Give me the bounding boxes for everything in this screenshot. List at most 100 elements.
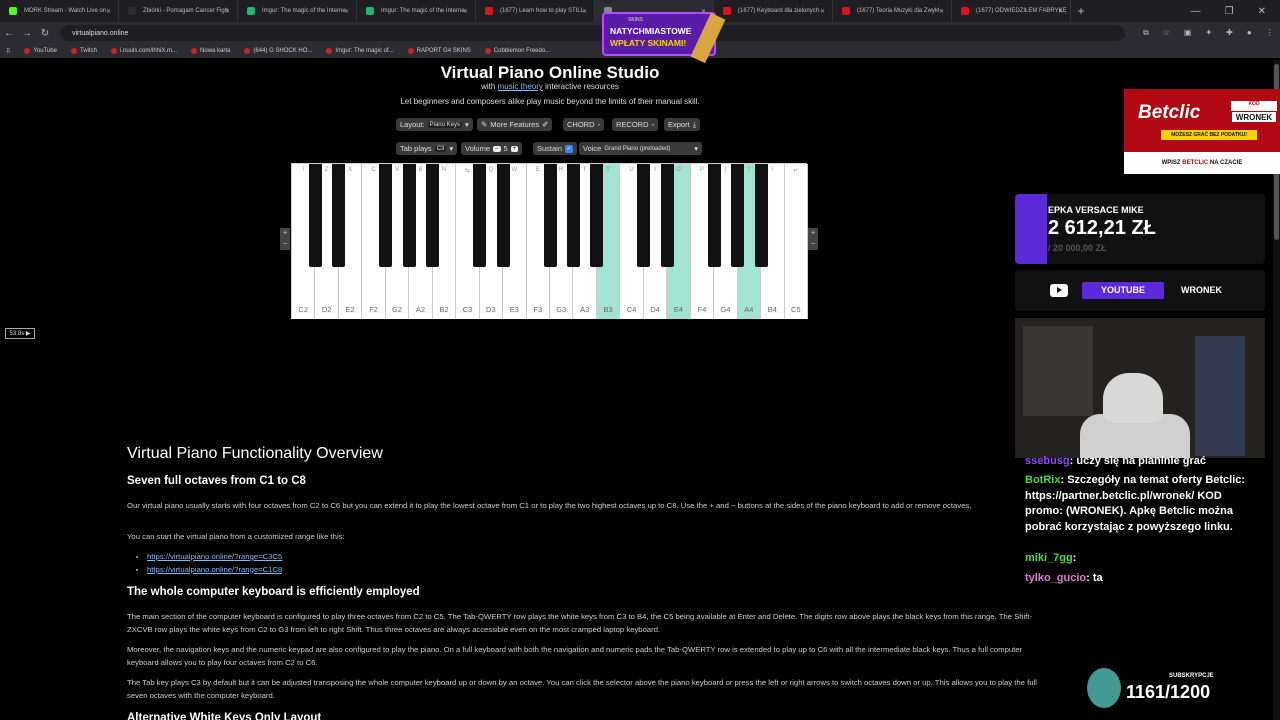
more-features-button[interactable]: ✎ More Features ✐ bbox=[477, 118, 553, 131]
tab-close-icon[interactable]: ✕ bbox=[939, 8, 944, 15]
add-octave-left-button[interactable]: + − bbox=[280, 228, 290, 250]
volume-increase-button[interactable]: + bbox=[510, 145, 519, 152]
tab-close-icon[interactable]: ✕ bbox=[106, 8, 111, 15]
back-icon[interactable]: ← bbox=[0, 28, 18, 39]
tab-favicon-icon bbox=[485, 7, 493, 15]
bookmark-item[interactable]: (644) G SHOCK HO... bbox=[244, 48, 312, 54]
black-key[interactable] bbox=[379, 164, 393, 267]
tab-title: (1677) Keyboard dla zielonych bbox=[738, 8, 820, 14]
black-key[interactable] bbox=[637, 164, 651, 267]
forward-icon[interactable]: → bbox=[18, 28, 36, 39]
checkbox-checked-icon[interactable]: ✓ bbox=[565, 144, 574, 153]
white-key[interactable]: ↵ C5 bbox=[784, 164, 808, 319]
betclic-ad: Betclic KOD WRONEK MOŻESZ GRAĆ BEZ PODAT… bbox=[1124, 89, 1280, 174]
black-key[interactable] bbox=[473, 164, 487, 267]
black-key[interactable] bbox=[731, 164, 745, 267]
tab-close-icon[interactable]: ✕ bbox=[820, 8, 825, 15]
keyboard-heading: The whole computer keyboard is efficient… bbox=[127, 586, 420, 598]
note-label: B4 bbox=[767, 305, 777, 314]
bookmark-star-icon[interactable]: ☆ bbox=[1163, 28, 1170, 38]
browser-tab[interactable]: Imgur: The magic of the Interne ✕ bbox=[238, 0, 357, 22]
chevron-down-icon: ▾ bbox=[464, 120, 469, 129]
extension-icon-2[interactable]: ✦ bbox=[1205, 28, 1212, 38]
bookmark-item[interactable]: Cobblemon Freedo... bbox=[484, 48, 551, 54]
black-key[interactable] bbox=[496, 164, 510, 267]
browser-tab[interactable]: (1677) Learn how to play STILL ✕ bbox=[476, 0, 595, 22]
note-label: G4 bbox=[720, 305, 731, 314]
volume-decrease-button[interactable]: − bbox=[493, 145, 501, 152]
bookmark-item[interactable]: Nowa karta bbox=[191, 48, 230, 54]
reload-icon[interactable]: ↻ bbox=[36, 28, 54, 39]
list-item: https://virtualpiano.online/?range=C1C8 bbox=[147, 564, 282, 577]
new-tab-button[interactable]: + bbox=[1071, 4, 1091, 18]
list-item: https://virtualpiano.online/?range=C3C5 bbox=[147, 551, 282, 564]
tab-close-icon[interactable]: ✕ bbox=[344, 8, 349, 15]
bookmark-item[interactable]: YouTube bbox=[24, 48, 57, 54]
close-window-icon[interactable]: ✕ bbox=[1258, 6, 1266, 17]
maximize-icon[interactable]: ❐ bbox=[1225, 6, 1234, 17]
apps-grid-icon[interactable]: ⠿ bbox=[6, 48, 10, 55]
chord-label: CHORD bbox=[567, 120, 595, 129]
range-links: https://virtualpiano.online/?range=C3C5 … bbox=[147, 551, 282, 576]
browser-tab[interactable]: Imgur: The magic of the Interne ✕ bbox=[357, 0, 476, 22]
black-key[interactable] bbox=[332, 164, 346, 267]
mascot-icon bbox=[1087, 668, 1121, 708]
puzzle-icon[interactable]: ✚ bbox=[1226, 28, 1233, 38]
keyboard-paragraph-1: The main section of the computer keyboar… bbox=[127, 612, 1033, 634]
export-button[interactable]: Export ⤓ bbox=[664, 118, 701, 131]
tab-close-icon[interactable]: ✕ bbox=[463, 8, 468, 15]
translate-icon[interactable]: ⧉ bbox=[1143, 28, 1149, 38]
minimize-icon[interactable]: — bbox=[1191, 6, 1201, 17]
chevron-down-icon: ▾ bbox=[694, 144, 698, 153]
black-key[interactable] bbox=[543, 164, 557, 267]
black-key[interactable] bbox=[707, 164, 721, 267]
volume-label: Volume bbox=[465, 144, 491, 153]
export-label: Export bbox=[668, 120, 690, 129]
bookmark-label: Nowa karta bbox=[200, 48, 231, 54]
music-theory-link[interactable]: music theory bbox=[498, 82, 543, 91]
sustain-toggle[interactable]: Sustain ✓ bbox=[533, 142, 578, 155]
add-octave-left-minus: − bbox=[282, 241, 288, 248]
chord-button[interactable]: CHORD ◦ bbox=[563, 118, 605, 131]
tab-close-icon[interactable]: ✕ bbox=[225, 8, 230, 15]
browser-tab[interactable]: (1677) ODWIEDZIŁEM FABRYKĘ ✕ bbox=[952, 0, 1071, 22]
url-field[interactable]: virtualpiano.online bbox=[60, 25, 1125, 41]
profile-avatar[interactable]: ● bbox=[1247, 28, 1252, 38]
ad-brand: Betclic bbox=[1138, 102, 1201, 123]
bookmark-label: Cobblemon Freedo... bbox=[493, 48, 551, 54]
zoom-pill[interactable]: 53.8s ▶ bbox=[5, 328, 35, 339]
youtube-label: YOUTUBE bbox=[1082, 282, 1164, 299]
record-button[interactable]: RECORD ◦ bbox=[612, 118, 659, 131]
black-key[interactable] bbox=[426, 164, 440, 267]
black-key[interactable] bbox=[660, 164, 674, 267]
url-text: virtualpiano.online bbox=[72, 29, 129, 37]
browser-tab[interactable]: MORK Stream - Watch Live on ✕ bbox=[0, 0, 119, 22]
bookmark-item[interactable]: i.nuuls.com/lhhiX.m... bbox=[111, 48, 177, 54]
tab-plays-selector[interactable]: Tab plays C3 ▾ bbox=[396, 142, 458, 155]
bookmark-item[interactable]: RAPORT G4 SKINS bbox=[407, 48, 471, 54]
browser-tab[interactable]: (1677) Keyboard dla zielonych ✕ bbox=[714, 0, 833, 22]
browser-tab[interactable]: Zbiórki - Pomagam Cancer Figh ✕ bbox=[119, 0, 238, 22]
layout-selector[interactable]: Layout: Piano Keys ▾ bbox=[396, 118, 473, 131]
bookmark-item[interactable]: Imgur: The magic of... bbox=[326, 48, 394, 54]
range-link-c3c5[interactable]: https://virtualpiano.online/?range=C3C5 bbox=[147, 552, 282, 561]
tab-close-icon[interactable]: ✕ bbox=[1058, 8, 1063, 15]
add-octave-right-button[interactable]: + − bbox=[808, 228, 818, 250]
menu-icon[interactable]: ⋮ bbox=[1266, 28, 1274, 38]
black-key[interactable] bbox=[308, 164, 322, 267]
black-key[interactable] bbox=[590, 164, 604, 267]
keyboard-paragraph-3: The Tab key plays C3 by default but it c… bbox=[127, 678, 1037, 700]
black-key[interactable] bbox=[566, 164, 580, 267]
extension-icon[interactable]: ▣ bbox=[1184, 28, 1192, 38]
note-label: F4 bbox=[697, 305, 707, 314]
voice-selector[interactable]: Voice Grand Piano (preloaded) ▾ bbox=[579, 142, 702, 155]
browser-tab[interactable]: (1677) Teoria Muzyki dla Zwykł ✕ bbox=[833, 0, 952, 22]
bookmark-label: Twitch bbox=[79, 48, 97, 54]
note-label: D4 bbox=[650, 305, 660, 314]
black-key[interactable] bbox=[754, 164, 768, 267]
range-link-c1c8[interactable]: https://virtualpiano.online/?range=C1C8 bbox=[147, 565, 282, 574]
tab-close-icon[interactable]: ✕ bbox=[582, 8, 587, 15]
subtitle-suffix: interactive resources bbox=[542, 82, 619, 91]
bookmark-item[interactable]: Twitch bbox=[70, 48, 97, 54]
black-key[interactable] bbox=[402, 164, 416, 267]
